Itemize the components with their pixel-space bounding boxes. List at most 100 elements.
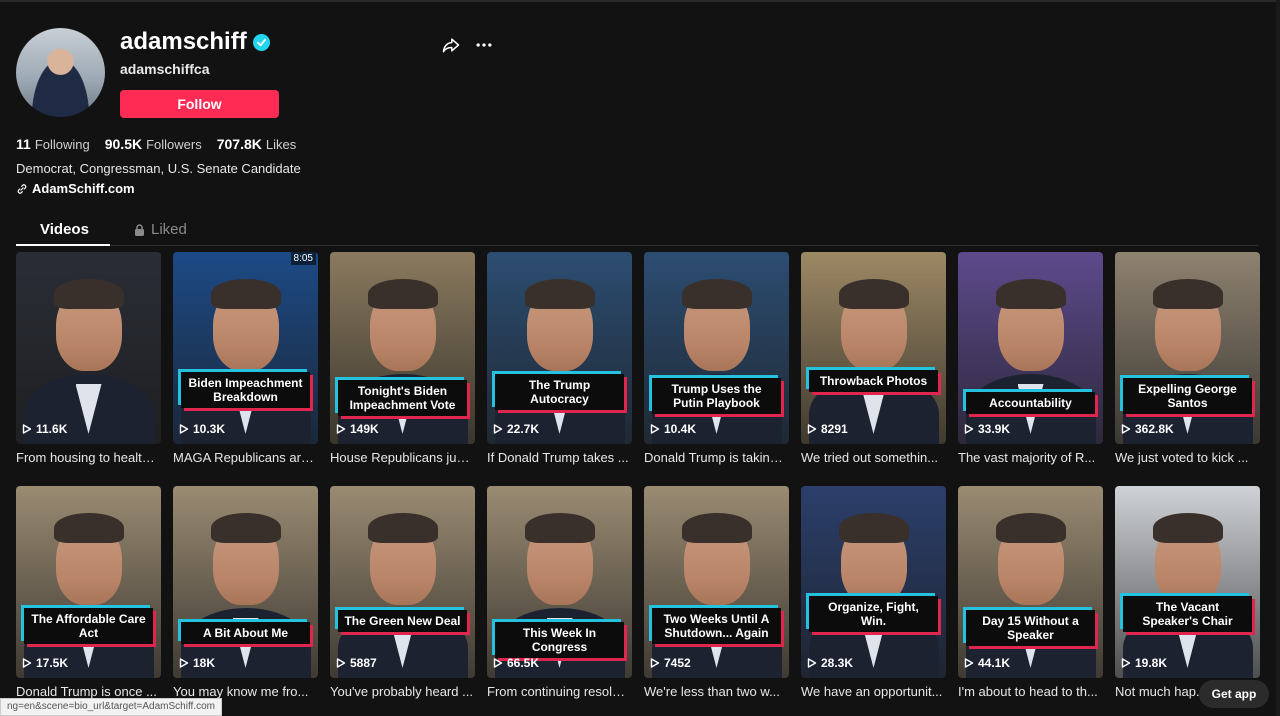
video-thumbnail[interactable]: Tonight's Biden Impeachment Vote 149K (330, 252, 475, 444)
follow-button[interactable]: Follow (120, 90, 279, 118)
thumbnail-figure-hair (367, 278, 438, 309)
likes-label: Likes (265, 137, 297, 152)
video-card[interactable]: Two Weeks Until A Shutdown... Again 7452 W… (644, 486, 789, 716)
video-description[interactable]: We tried out somethin... (801, 450, 944, 465)
video-thumbnail[interactable]: The Vacant Speaker's Chair 19.8K (1115, 486, 1260, 678)
avatar[interactable] (16, 28, 105, 117)
video-thumbnail[interactable]: Organize, Fight, Win. 28.3K (801, 486, 946, 678)
video-description[interactable]: Donald Trump is once ... (16, 684, 159, 699)
profile-link[interactable]: AdamSchiff.com (16, 181, 135, 196)
video-caption-overlay: Accountability (966, 392, 1095, 414)
video-caption-overlay: The Green New Deal (338, 610, 467, 632)
video-thumbnail[interactable]: 11.6K (16, 252, 161, 444)
video-card[interactable]: Trump Uses the Putin Playbook 10.4K Donald… (644, 252, 789, 485)
video-caption-overlay: The Vacant Speaker's Chair (1123, 596, 1252, 632)
video-view-count: 362.8K (1121, 422, 1174, 436)
video-caption-overlay: Throwback Photos (809, 370, 938, 392)
video-description[interactable]: The vast majority of R... (958, 450, 1101, 465)
get-app-button[interactable]: Get app (1199, 680, 1269, 708)
video-thumbnail[interactable]: Day 15 Without a Speaker 44.1K (958, 486, 1103, 678)
video-view-count-text: 33.9K (978, 422, 1011, 436)
video-caption-overlay: Day 15 Without a Speaker (966, 610, 1095, 646)
video-caption-overlay: The Trump Autocracy (495, 374, 624, 410)
video-description[interactable]: From housing to health... (16, 450, 159, 465)
play-icon (964, 424, 974, 434)
video-card[interactable]: Accountability 33.9K The vast majority of … (958, 252, 1103, 485)
profile-link-text: AdamSchiff.com (32, 181, 135, 196)
play-icon (179, 658, 189, 668)
play-icon (1121, 424, 1131, 434)
username-text: adamschiff (120, 28, 247, 55)
video-card[interactable]: Organize, Fight, Win. 28.3K We have an opp… (801, 486, 946, 716)
video-thumbnail[interactable]: Expelling George Santos 362.8K (1115, 252, 1260, 444)
thumbnail-figure-hair (995, 278, 1066, 309)
thumbnail-figure-hair (524, 278, 595, 309)
more-options-icon[interactable] (474, 35, 494, 55)
video-caption-overlay: This Week In Congress (495, 622, 624, 658)
video-thumbnail[interactable]: The Affordable Care Act 17.5K (16, 486, 161, 678)
video-caption-overlay: Expelling George Santos (1123, 378, 1252, 414)
video-description[interactable]: You may know me fro... (173, 684, 316, 699)
tab-liked[interactable]: Liked (134, 221, 187, 238)
video-view-count-text: 10.4K (664, 422, 697, 436)
video-view-count: 18K (179, 656, 215, 670)
thumbnail-figure-hair (838, 512, 909, 543)
video-card[interactable]: The Green New Deal 5887 You've probably he… (330, 486, 475, 716)
lock-icon (135, 223, 144, 236)
video-thumbnail[interactable]: Accountability 33.9K (958, 252, 1103, 444)
video-view-count: 33.9K (964, 422, 1010, 436)
video-card[interactable]: Tonight's Biden Impeachment Vote 149K Hous… (330, 252, 475, 485)
video-view-count-text: 11.6K (36, 422, 68, 436)
video-description[interactable]: Donald Trump is taking... (644, 450, 787, 465)
likes-stat: 707.8K Likes (217, 136, 297, 152)
video-caption-overlay: Two Weeks Until A Shutdown... Again (652, 608, 781, 644)
video-description[interactable]: We just voted to kick ... (1115, 450, 1258, 465)
profile-stats: 11 Following 90.5K Followers 707.8K Likes (16, 136, 296, 152)
video-thumbnail[interactable]: Throwback Photos 8291 (801, 252, 946, 444)
video-card[interactable]: This Week In Congress 66.5K From continuin… (487, 486, 632, 716)
thumbnail-figure-hair (53, 278, 124, 309)
video-description[interactable]: House Republicans jus... (330, 450, 473, 465)
video-description[interactable]: MAGA Republicans are... (173, 450, 316, 465)
share-icon[interactable] (441, 35, 461, 55)
play-icon (650, 658, 660, 668)
video-caption-overlay: Tonight's Biden Impeachment Vote (338, 380, 467, 416)
tab-videos[interactable]: Videos (40, 221, 89, 238)
play-icon (336, 424, 346, 434)
video-thumbnail[interactable]: Two Weeks Until A Shutdown... Again 7452 (644, 486, 789, 678)
video-description[interactable]: If Donald Trump takes ... (487, 450, 630, 465)
video-card[interactable]: The Affordable Care Act 17.5K Donald Trump… (16, 486, 161, 716)
following-stat[interactable]: 11 Following (16, 136, 90, 152)
video-card[interactable]: Day 15 Without a Speaker 44.1K I'm about t… (958, 486, 1103, 716)
video-grid: 11.6K From housing to health... Biden Impe… (16, 252, 1260, 716)
video-thumbnail[interactable]: The Green New Deal 5887 (330, 486, 475, 678)
profile-tabs: Videos Liked (16, 212, 1258, 246)
video-description[interactable]: We have an opportunit... (801, 684, 944, 699)
video-description[interactable]: We're less than two w... (644, 684, 787, 699)
thumbnail-figure-hair (995, 512, 1066, 543)
video-thumbnail[interactable]: Biden Impeachment Breakdown 8:05 10.3K (173, 252, 318, 444)
video-card[interactable]: 11.6K From housing to health... (16, 252, 161, 485)
video-card[interactable]: The Trump Autocracy 22.7K If Donald Trump … (487, 252, 632, 485)
video-description[interactable]: You've probably heard ... (330, 684, 473, 699)
play-icon (22, 424, 32, 434)
video-thumbnail[interactable]: This Week In Congress 66.5K (487, 486, 632, 678)
video-caption-overlay: Biden Impeachment Breakdown (181, 372, 310, 408)
thumbnail-figure-hair (838, 278, 909, 309)
play-icon (493, 424, 503, 434)
video-card[interactable]: Biden Impeachment Breakdown 8:05 10.3K MAGA… (173, 252, 318, 485)
video-thumbnail[interactable]: Trump Uses the Putin Playbook 10.4K (644, 252, 789, 444)
video-card[interactable]: A Bit About Me 18K You may know me fro... (173, 486, 318, 716)
thumbnail-figure-hair (1152, 278, 1223, 309)
thumbnail-figure-hair (681, 278, 752, 309)
video-card[interactable]: Throwback Photos 8291 We tried out somethi… (801, 252, 946, 485)
video-thumbnail[interactable]: A Bit About Me 18K (173, 486, 318, 678)
video-thumbnail[interactable]: The Trump Autocracy 22.7K (487, 252, 632, 444)
video-card[interactable]: Expelling George Santos 362.8K We just vot… (1115, 252, 1260, 485)
thumbnail-figure-hair (367, 512, 438, 543)
scrollbar[interactable] (1276, 0, 1280, 716)
video-description[interactable]: From continuing resolu... (487, 684, 630, 699)
followers-stat[interactable]: 90.5K Followers (105, 136, 202, 152)
profile-bio: Democrat, Congressman, U.S. Senate Candi… (16, 161, 301, 176)
video-description[interactable]: I'm about to head to th... (958, 684, 1101, 699)
